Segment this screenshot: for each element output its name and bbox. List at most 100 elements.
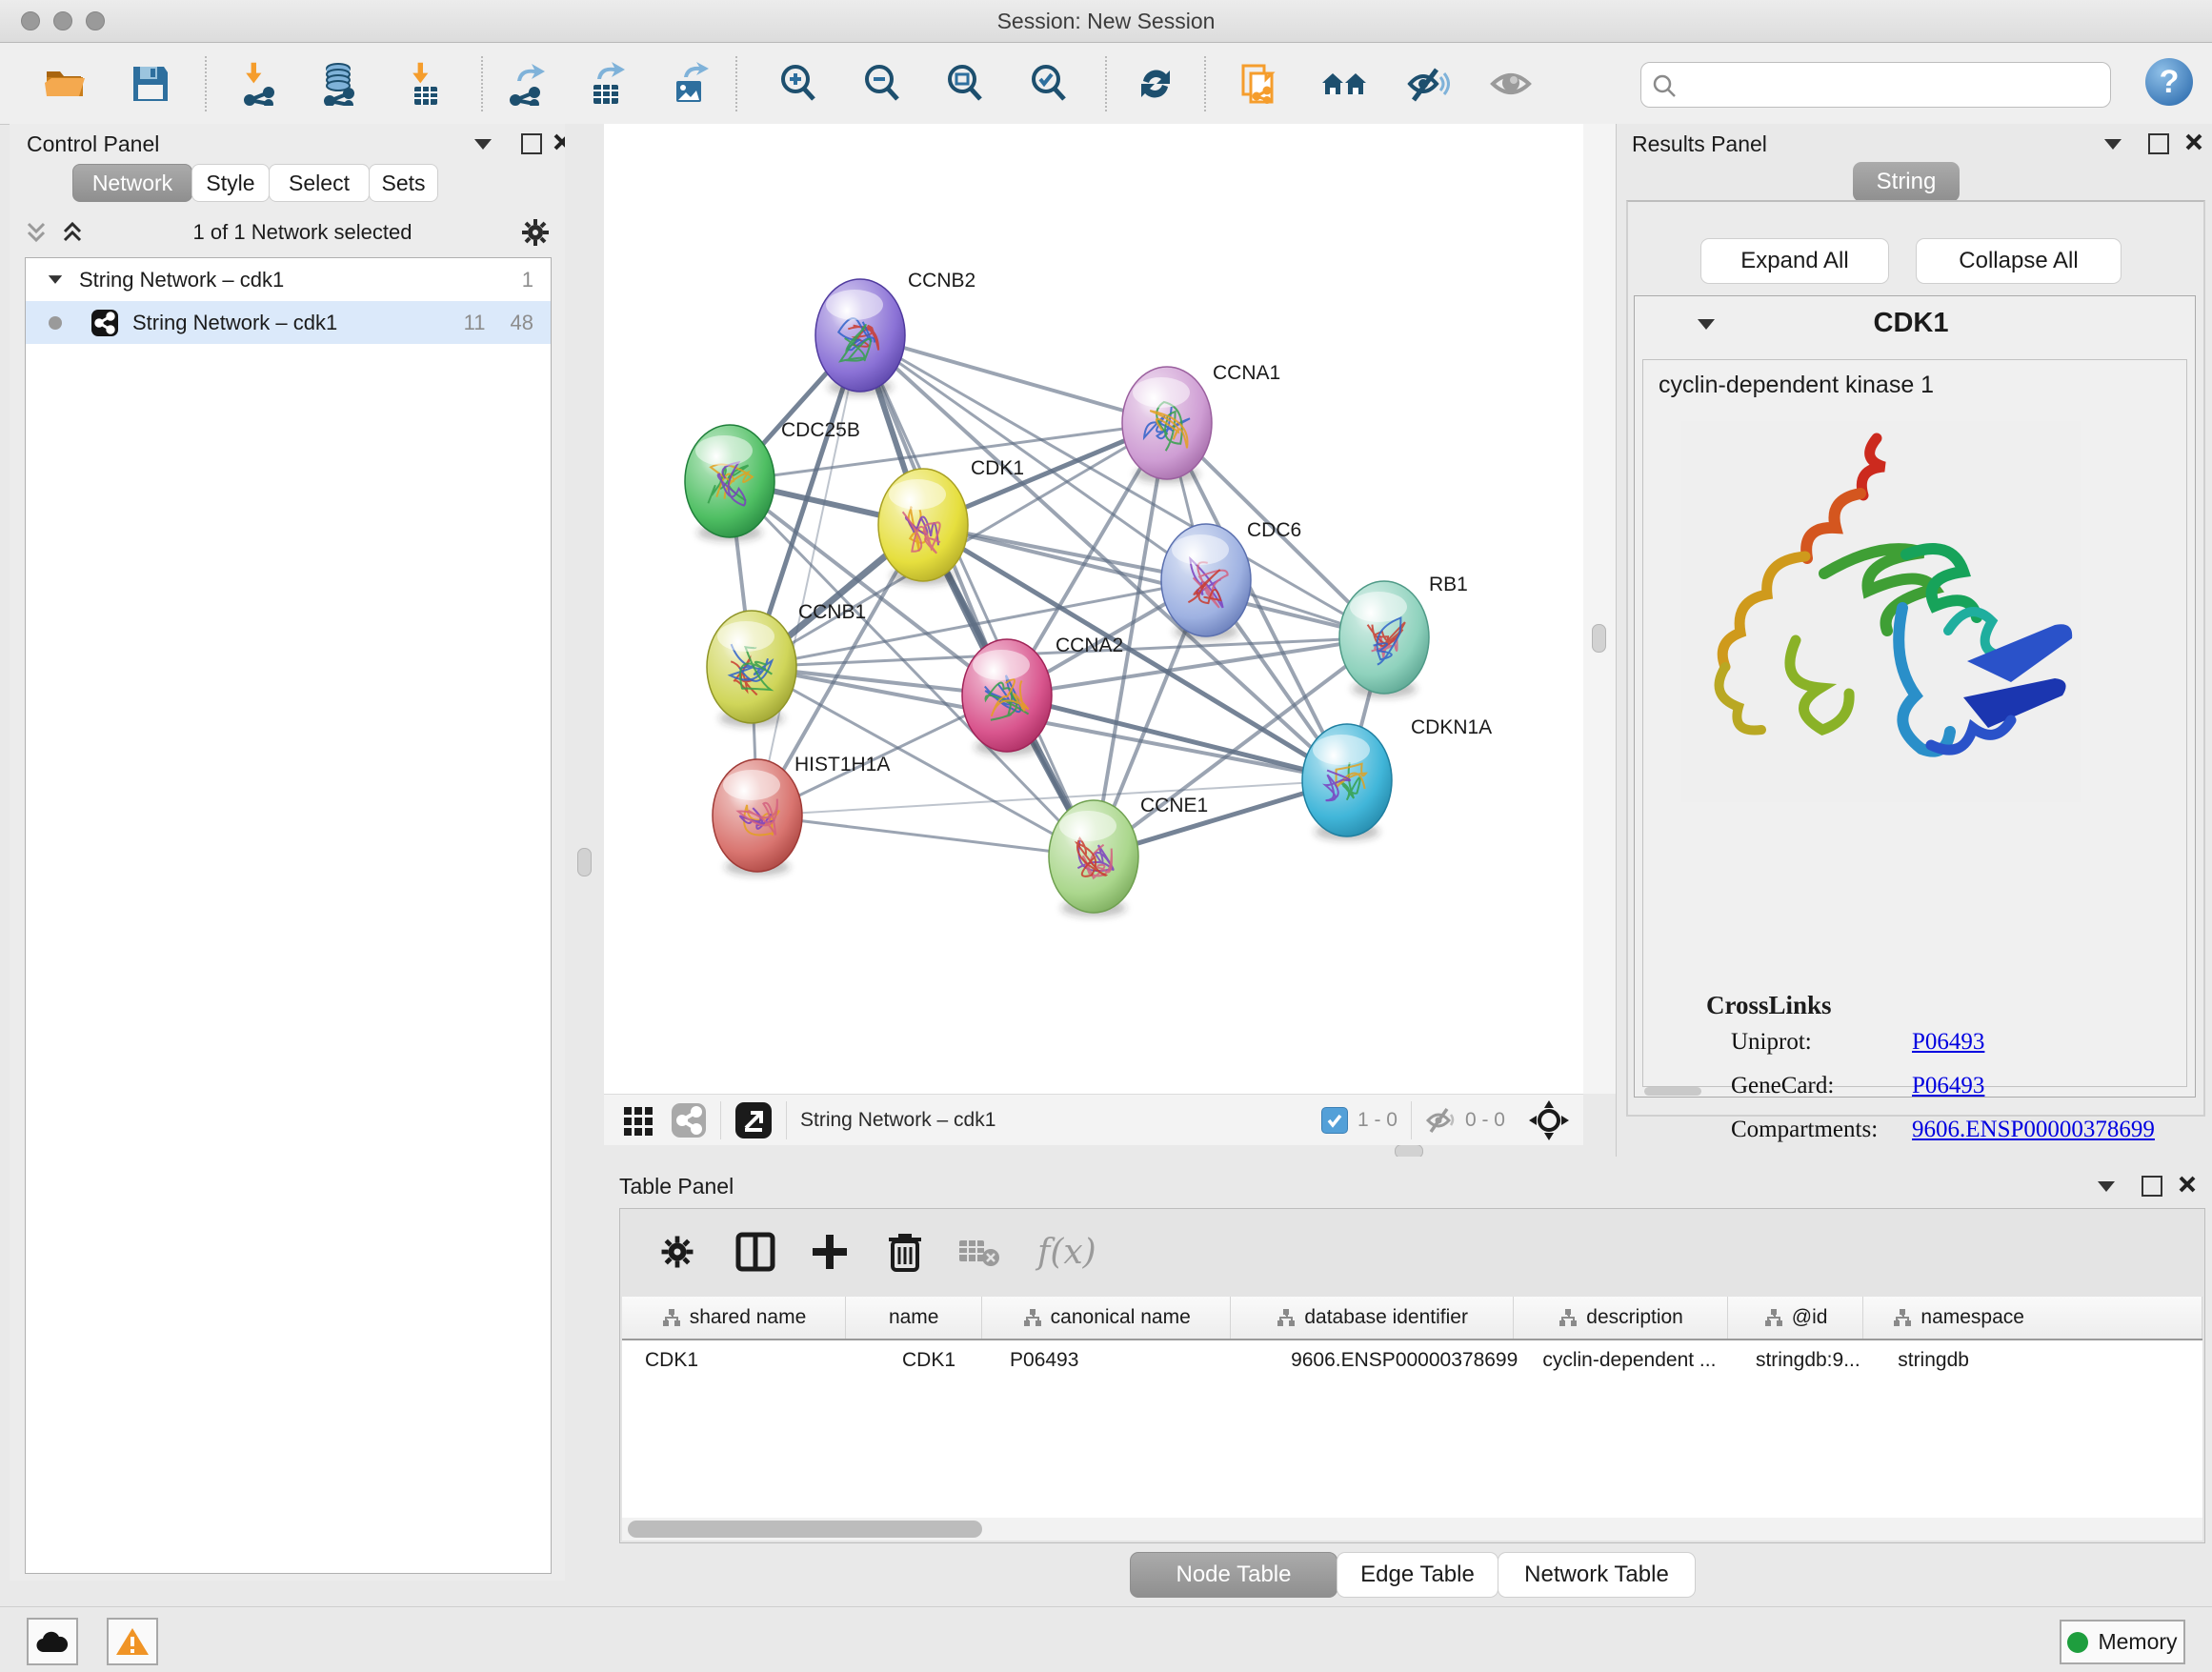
tab-sets[interactable]: Sets	[369, 164, 438, 202]
memory-button[interactable]: Memory	[2060, 1620, 2185, 1664]
network-node-CDKN1A[interactable]	[1302, 724, 1392, 840]
column-header-database-identifier[interactable]: database identifier	[1231, 1297, 1514, 1339]
column-header-description[interactable]: description	[1514, 1297, 1727, 1339]
gear-icon[interactable]	[658, 1233, 696, 1271]
panel-menu-icon[interactable]	[2098, 1181, 2115, 1192]
cell-description[interactable]: cyclin-dependent ...	[1519, 1340, 1733, 1380]
network-canvas[interactable]: CCNB2CCNA1CDC25BCDK1CDC6RB1CCNB1CCNA2CDK…	[604, 124, 1583, 1094]
first-neighbors-button[interactable]	[1320, 60, 1368, 108]
birdseye-view-icon[interactable]	[1528, 1099, 1570, 1141]
cell-id[interactable]: stringdb:9...	[1733, 1340, 1869, 1380]
panel-float-icon[interactable]	[2142, 1176, 2162, 1197]
table-horizontal-scrollbar[interactable]	[622, 1518, 2202, 1541]
scrollbar-thumb[interactable]	[628, 1521, 982, 1538]
cloud-icon	[35, 1629, 70, 1654]
cell-namespace[interactable]: stringdb	[1869, 1340, 2202, 1380]
gene-panel-hscroll-thumb[interactable]	[1644, 1087, 1701, 1096]
splitter-handle[interactable]	[577, 848, 592, 876]
tab-network[interactable]: Network	[72, 164, 192, 202]
fx-icon[interactable]: f(x)	[1037, 1233, 1096, 1272]
delete-table-icon[interactable]	[957, 1235, 1001, 1269]
vertical-splitter-right[interactable]	[1583, 124, 1616, 1094]
column-header-id[interactable]: @id	[1728, 1297, 1864, 1339]
cell-shared-name[interactable]: CDK1	[622, 1340, 845, 1380]
vertical-splitter-left[interactable]	[565, 124, 604, 1581]
panel-float-icon[interactable]	[2148, 133, 2169, 154]
add-column-icon[interactable]	[809, 1231, 851, 1273]
gene-expander-icon[interactable]	[1698, 319, 1715, 330]
column-header-shared-name[interactable]: shared name	[622, 1297, 846, 1339]
panel-menu-icon[interactable]	[2104, 139, 2122, 150]
crosslink-genecard-link[interactable]: P06493	[1912, 1073, 1984, 1099]
column-header-name[interactable]: name	[846, 1297, 983, 1339]
tab-network-table[interactable]: Network Table	[1498, 1552, 1696, 1598]
save-session-button[interactable]	[127, 60, 174, 108]
cell-database-identifier[interactable]: 9606.ENSP00000378699	[1234, 1340, 1519, 1380]
tab-edge-table[interactable]: Edge Table	[1337, 1552, 1498, 1598]
cloud-button[interactable]	[27, 1618, 78, 1665]
import-network-database-button[interactable]	[314, 60, 362, 108]
open-session-button[interactable]	[41, 60, 89, 108]
network-node-HIST1H1A[interactable]	[713, 759, 802, 876]
collection-expander-icon[interactable]	[49, 275, 62, 284]
cell-canonical-name[interactable]: P06493	[987, 1340, 1234, 1380]
expand-all-icon[interactable]	[59, 218, 86, 247]
export-network-button[interactable]	[502, 60, 550, 108]
tab-style[interactable]: Style	[191, 164, 270, 202]
network-node-CCNA1[interactable]	[1122, 367, 1212, 483]
search-input[interactable]	[1683, 66, 2097, 102]
export-image-button[interactable]	[667, 60, 714, 108]
table-toolbar: f(x)	[620, 1209, 2204, 1295]
column-label: database identifier	[1304, 1306, 1468, 1329]
gear-icon[interactable]	[519, 216, 552, 249]
panel-menu-icon[interactable]	[474, 139, 492, 150]
trash-icon[interactable]	[885, 1230, 925, 1274]
apply-layout-button[interactable]	[1132, 60, 1179, 108]
table-row[interactable]: CDK1 CDK1 P06493 9606.ENSP00000378699 cy…	[622, 1340, 2202, 1380]
zoom-fit-button[interactable]	[941, 60, 989, 108]
network-node-CCNA2[interactable]	[962, 639, 1052, 755]
network-node-RB1[interactable]	[1339, 581, 1429, 697]
panel-float-icon[interactable]	[521, 133, 542, 154]
cell-name[interactable]: CDK1	[845, 1340, 987, 1380]
network-row[interactable]: String Network – cdk1 11 48	[26, 301, 551, 344]
columns-icon[interactable]	[734, 1231, 776, 1273]
crosslink-compartments-link[interactable]: 9606.ENSP00000378699	[1912, 1117, 2155, 1143]
node-label: CCNA1	[1213, 362, 1280, 384]
import-network-file-button[interactable]	[234, 60, 282, 108]
grid-view-icon[interactable]	[621, 1103, 655, 1138]
panel-close-icon[interactable]	[2184, 132, 2203, 151]
collapse-all-button[interactable]: Collapse All	[1916, 238, 2122, 284]
splitter-handle[interactable]	[1592, 624, 1606, 653]
show-all-button[interactable]	[1487, 60, 1535, 108]
new-network-from-selection-button[interactable]	[1236, 60, 1283, 108]
results-tab-string[interactable]: String	[1853, 162, 1960, 202]
zoom-selected-button[interactable]	[1025, 60, 1073, 108]
hide-selected-button[interactable]	[1404, 60, 1452, 108]
help-button[interactable]: ?	[2145, 58, 2193, 106]
warnings-button[interactable]	[107, 1618, 158, 1665]
network-node-CCNE1[interactable]	[1049, 800, 1138, 917]
network-node-CDC25B[interactable]	[685, 425, 774, 541]
string-view-icon[interactable]	[671, 1102, 707, 1138]
network-node-CCNB1[interactable]	[707, 611, 796, 727]
column-header-namespace[interactable]: namespace	[1863, 1297, 2202, 1339]
import-table-file-button[interactable]	[401, 60, 449, 108]
network-graph[interactable]: CCNB2CCNA1CDC25BCDK1CDC6RB1CCNB1CCNA2CDK…	[604, 124, 1583, 1094]
crosslink-uniprot-link[interactable]: P06493	[1912, 1029, 1984, 1056]
network-list: String Network – cdk1 1 String Network –…	[25, 257, 552, 1574]
external-link-icon[interactable]	[734, 1101, 773, 1139]
network-node-CCNB2[interactable]	[815, 279, 905, 395]
tab-select[interactable]: Select	[269, 164, 370, 202]
collapse-all-icon[interactable]	[23, 218, 50, 247]
selected-indicator-checkbox[interactable]	[1321, 1107, 1348, 1134]
expand-all-button[interactable]: Expand All	[1700, 238, 1889, 284]
panel-close-icon[interactable]	[2178, 1175, 2197, 1194]
tab-node-table[interactable]: Node Table	[1130, 1552, 1337, 1598]
network-collection-row[interactable]: String Network – cdk1 1	[26, 258, 551, 301]
export-table-button[interactable]	[582, 60, 630, 108]
crosslink-label: GeneCard:	[1731, 1073, 1834, 1099]
zoom-out-button[interactable]	[858, 60, 906, 108]
column-header-canonical-name[interactable]: canonical name	[982, 1297, 1230, 1339]
zoom-in-button[interactable]	[774, 60, 822, 108]
